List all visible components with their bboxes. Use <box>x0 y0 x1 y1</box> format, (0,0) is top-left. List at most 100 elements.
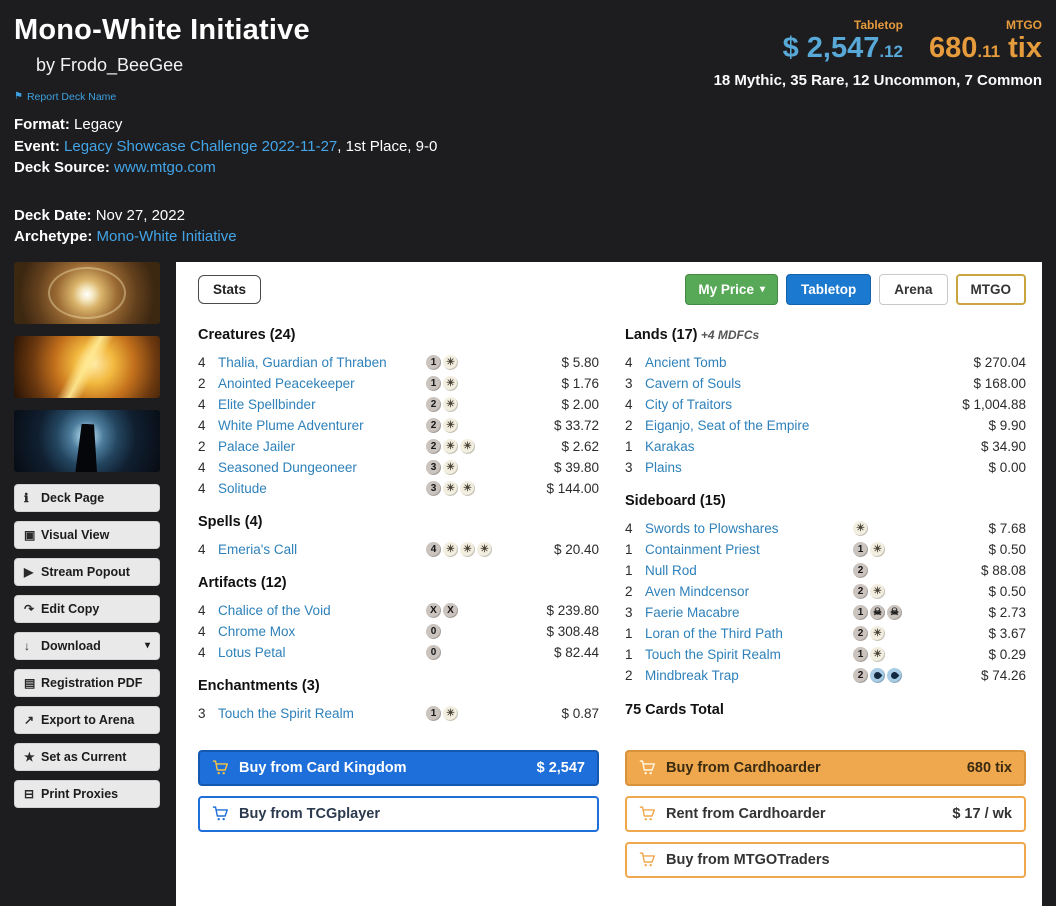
mana-cost: 2☀ <box>426 397 521 412</box>
card-link[interactable]: Plains <box>645 460 682 475</box>
card-link[interactable]: Seasoned Dungeoneer <box>218 460 357 475</box>
archetype-link[interactable]: Mono-White Initiative <box>97 228 237 245</box>
card-row: 4Ancient Tomb$ 270.04 <box>625 352 1026 373</box>
section-header: Artifacts (12) <box>198 575 599 591</box>
info-icon: ℹ <box>24 491 41 505</box>
card-link[interactable]: Containment Priest <box>645 542 760 557</box>
buy-mtgotraders-button[interactable]: Buy from MTGOTraders <box>625 842 1026 878</box>
mana-symbol-B: ☠ <box>870 605 885 620</box>
sidebar-button-edit-copy[interactable]: ↷Edit Copy <box>14 595 160 623</box>
card-link[interactable]: Loran of the Third Path <box>645 626 783 641</box>
tabletop-price-group: Tabletop $ 2,547.12 <box>783 18 903 63</box>
section-header: Lands (17) +4 MDFCs <box>625 327 1026 343</box>
card-link[interactable]: Chalice of the Void <box>218 603 331 618</box>
mana-symbol-3: 3 <box>426 460 441 475</box>
card-link[interactable]: Mindbreak Trap <box>645 668 739 683</box>
mana-symbol-1: 1 <box>426 376 441 391</box>
card-row: 3Cavern of Souls$ 168.00 <box>625 373 1026 394</box>
card-qty: 4 <box>198 418 218 433</box>
card-name-cell: Chalice of the Void <box>218 603 426 618</box>
card-link[interactable]: Solitude <box>218 481 267 496</box>
sidebar-button-registration-pdf[interactable]: ▤Registration PDF <box>14 669 160 697</box>
buy-card-kingdom-button[interactable]: Buy from Card Kingdom $ 2,547 <box>198 750 599 786</box>
stats-button[interactable]: Stats <box>198 275 261 304</box>
mana-cost: 2☀ <box>853 584 948 599</box>
sidebar-button-deck-page[interactable]: ℹDeck Page <box>14 484 160 512</box>
card-name-cell: Containment Priest <box>645 542 853 557</box>
card-link[interactable]: Thalia, Guardian of Thraben <box>218 355 387 370</box>
card-name-cell: Ancient Tomb <box>645 355 853 370</box>
card-link[interactable]: Touch the Spirit Realm <box>645 647 781 662</box>
card-link[interactable]: Karakas <box>645 439 695 454</box>
card-link[interactable]: Aven Mindcensor <box>645 584 749 599</box>
section-header: Creatures (24) <box>198 327 599 343</box>
sidebar-button-print-proxies[interactable]: ⊟Print Proxies <box>14 780 160 808</box>
mana-cost: 0 <box>426 624 521 639</box>
card-link[interactable]: Anointed Peacekeeper <box>218 376 355 391</box>
mtgo-price-value: 680.11 tix <box>929 34 1042 63</box>
buy-button-label: Rent from Cardhoarder <box>666 806 826 822</box>
card-link[interactable]: Null Rod <box>645 563 697 578</box>
archetype-line: Archetype: Mono-White Initiative <box>14 226 1042 248</box>
mana-symbol-W: ☀ <box>870 647 885 662</box>
card-qty: 4 <box>198 624 218 639</box>
card-price: $ 82.44 <box>521 645 599 660</box>
card-link[interactable]: Palace Jailer <box>218 439 295 454</box>
sidebar-button-set-as-current[interactable]: ★Set as Current <box>14 743 160 771</box>
card-link[interactable]: Eiganjo, Seat of the Empire <box>645 418 809 433</box>
card-link[interactable]: Ancient Tomb <box>645 355 727 370</box>
mtgo-price-label: MTGO <box>1006 18 1042 32</box>
card-row: 3Plains$ 0.00 <box>625 457 1026 478</box>
card-link[interactable]: Lotus Petal <box>218 645 286 660</box>
clipboard-icon: ▤ <box>24 676 41 690</box>
card-name-cell: Faerie Macabre <box>645 605 853 620</box>
card-link[interactable]: City of Traitors <box>645 397 732 412</box>
sidebar-button-visual-view[interactable]: ▣Visual View <box>14 521 160 549</box>
card-link[interactable]: Cavern of Souls <box>645 376 741 391</box>
event-link[interactable]: Legacy Showcase Challenge 2022-11-27 <box>64 138 337 155</box>
buy-cardhoarder-button[interactable]: Buy from Cardhoarder 680 tix <box>625 750 1026 786</box>
card-link[interactable]: Touch the Spirit Realm <box>218 706 354 721</box>
format-line: Format: Legacy <box>14 114 1042 136</box>
buy-tcgplayer-button[interactable]: Buy from TCGplayer <box>198 796 599 832</box>
view-tab-tabletop[interactable]: Tabletop <box>786 274 871 305</box>
section-title: Lands (17) <box>625 327 698 343</box>
deck-panel: Stats My Price▾ Tabletop Arena MTGO Crea… <box>176 262 1042 906</box>
sidebar-button-download[interactable]: ↓Download▾ <box>14 632 160 660</box>
card-row: 2Aven Mindcensor2☀$ 0.50 <box>625 581 1026 602</box>
card-name-cell: Swords to Plowshares <box>645 521 853 536</box>
deck-art-thumbnail-1[interactable] <box>14 262 160 324</box>
mana-symbol-4: 4 <box>426 542 441 557</box>
view-tab-mtgo[interactable]: MTGO <box>956 274 1027 305</box>
mana-cost: ☀ <box>853 521 948 536</box>
card-price: $ 20.40 <box>521 542 599 557</box>
view-tab-arena[interactable]: Arena <box>879 274 947 305</box>
deck-art-thumbnail-3[interactable] <box>14 410 160 472</box>
star-icon: ★ <box>24 750 41 764</box>
card-link[interactable]: Elite Spellbinder <box>218 397 316 412</box>
my-price-dropdown[interactable]: My Price▾ <box>685 274 778 305</box>
card-link[interactable]: Emeria's Call <box>218 542 297 557</box>
mana-symbol-1: 1 <box>426 355 441 370</box>
rent-cardhoarder-button[interactable]: Rent from Cardhoarder $ 17 / wk <box>625 796 1026 832</box>
mana-symbol-W: ☀ <box>443 397 458 412</box>
card-link[interactable]: Swords to Plowshares <box>645 521 779 536</box>
card-link[interactable]: Faerie Macabre <box>645 605 740 620</box>
mana-cost: 2 <box>853 563 948 578</box>
deck-art-thumbnail-2[interactable] <box>14 336 160 398</box>
section-title: Artifacts (12) <box>198 575 287 591</box>
sidebar-button-export-to-arena[interactable]: ↗Export to Arena <box>14 706 160 734</box>
chevron-down-icon: ▾ <box>760 284 765 295</box>
mana-symbol-1: 1 <box>853 542 868 557</box>
sidebar-button-stream-popout[interactable]: ▶Stream Popout <box>14 558 160 586</box>
tabletop-price-label: Tabletop <box>854 18 903 32</box>
card-link[interactable]: Chrome Mox <box>218 624 295 639</box>
deck-total: 75 Cards Total <box>625 702 1026 718</box>
deck-source-link[interactable]: www.mtgo.com <box>114 159 216 176</box>
card-name-cell: Loran of the Third Path <box>645 626 853 641</box>
card-link[interactable]: White Plume Adventurer <box>218 418 364 433</box>
mana-symbol-W: ☀ <box>477 542 492 557</box>
deck-lists: Creatures (24) 4 Thalia, Guardian of Thrab… <box>198 327 1026 724</box>
report-deck-name-link[interactable]: ⚑ Report Deck Name <box>14 91 116 103</box>
card-name-cell: Anointed Peacekeeper <box>218 376 426 391</box>
